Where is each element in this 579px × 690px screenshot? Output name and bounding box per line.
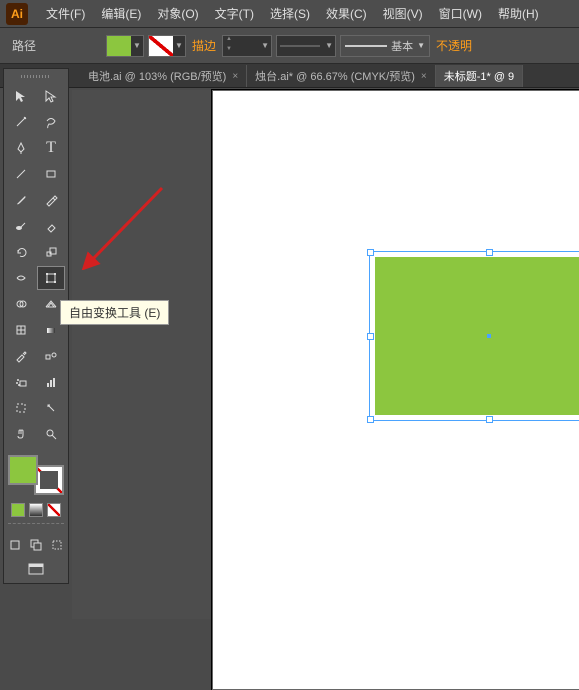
draw-behind-button[interactable] [28,536,43,554]
variable-width-profile[interactable]: ▼ [276,35,336,57]
slice-tool[interactable] [37,396,65,420]
menu-object[interactable]: 对象(O) [149,5,206,22]
menu-edit[interactable]: 编辑(E) [93,5,149,22]
hand-tool[interactable] [7,422,35,446]
stroke-color-dropdown[interactable]: ▼ [148,35,186,57]
tool-tooltip: 自由变换工具 (E) [60,300,169,325]
stroke-swatch [149,36,173,56]
magic-wand-tool[interactable] [7,110,35,134]
document-tab[interactable]: 未标题-1* @ 9 [436,65,523,87]
document-tab[interactable]: 烛台.ai* @ 66.67% (CMYK/预览) × [247,65,436,87]
resize-handle[interactable] [367,416,374,423]
document-tab-bar: 电池.ai @ 103% (RGB/预览) × 烛台.ai* @ 66.67% … [0,64,579,88]
menu-bar: Ai 文件(F) 编辑(E) 对象(O) 文字(T) 选择(S) 效果(C) 视… [0,0,579,28]
document-tab[interactable]: 电池.ai @ 103% (RGB/预览) × [80,65,247,87]
artboard-tool[interactable] [7,396,35,420]
fill-color-box[interactable] [8,455,38,485]
eyedropper-tool[interactable] [7,344,35,368]
menu-help[interactable]: 帮助(H) [490,5,547,22]
scale-tool[interactable] [37,240,65,264]
menu-type[interactable]: 文字(T) [207,5,262,22]
stroke-color-box[interactable] [34,465,64,495]
pen-tool[interactable] [7,136,35,160]
chevron-down-icon: ▼ [259,36,271,56]
zoom-tool[interactable] [37,422,65,446]
chevron-down-icon: ▼ [173,36,185,56]
color-mode-button[interactable] [11,503,25,517]
brush-definition-dropdown[interactable]: 基本 ▼ [340,35,430,57]
blob-brush-tool[interactable] [7,214,35,238]
selection-tool[interactable] [7,84,35,108]
eraser-tool[interactable] [37,214,65,238]
chevron-down-icon: ▼ [323,36,335,56]
panel-grip[interactable] [6,73,66,79]
none-mode-button[interactable] [47,503,61,517]
draw-inside-button[interactable] [50,536,65,554]
column-graph-tool[interactable] [37,370,65,394]
selection-mode-label: 路径 [12,37,36,54]
rotate-tool[interactable] [7,240,35,264]
draw-normal-button[interactable] [7,536,22,554]
blend-tool[interactable] [37,344,65,368]
canvas-area[interactable] [72,90,579,619]
fill-swatch [107,36,131,56]
free-transform-tool[interactable] [37,266,65,290]
resize-handle[interactable] [367,249,374,256]
menu-effect[interactable]: 效果(C) [318,5,375,22]
menu-select[interactable]: 选择(S) [262,5,318,22]
stroke-label[interactable]: 描边 [192,37,216,54]
menu-window[interactable]: 窗口(W) [431,5,490,22]
paintbrush-tool[interactable] [7,188,35,212]
resize-handle[interactable] [367,333,374,340]
close-icon[interactable]: × [232,71,238,82]
control-bar: 路径 ▼ ▼ 描边 ▲▼ ▼ ▼ 基本 ▼ 不透明 [0,28,579,64]
center-point-icon [487,334,491,338]
menu-view[interactable]: 视图(V) [375,5,431,22]
gradient-mode-button[interactable] [29,503,43,517]
resize-handle[interactable] [486,416,493,423]
line-tool[interactable] [7,162,35,186]
pencil-tool[interactable] [37,188,65,212]
opacity-label[interactable]: 不透明 [436,37,472,54]
resize-handle[interactable] [486,249,493,256]
type-tool[interactable]: T [37,136,65,160]
tools-panel: T [3,68,69,584]
artboard[interactable] [212,90,579,690]
app-logo: Ai [6,3,28,25]
fill-stroke-controls[interactable] [6,453,66,497]
lasso-tool[interactable] [37,110,65,134]
shape-builder-tool[interactable] [7,292,35,316]
selection-bounding-box [369,251,579,421]
close-icon[interactable]: × [421,71,427,82]
width-tool[interactable] [7,266,35,290]
mesh-tool[interactable] [7,318,35,342]
screen-mode-button[interactable] [24,560,48,578]
rectangle-tool[interactable] [37,162,65,186]
selected-object[interactable] [369,251,579,421]
menu-file[interactable]: 文件(F) [38,5,93,22]
symbol-sprayer-tool[interactable] [7,370,35,394]
direct-selection-tool[interactable] [37,84,65,108]
chevron-down-icon: ▼ [131,36,143,56]
tab-label: 电池.ai @ 103% (RGB/预览) [88,68,226,84]
stroke-weight-input[interactable]: ▲▼ ▼ [222,35,272,57]
tab-label: 烛台.ai* @ 66.67% (CMYK/预览) [255,68,415,84]
fill-color-dropdown[interactable]: ▼ [106,35,144,57]
tab-label: 未标题-1* @ 9 [444,68,514,84]
